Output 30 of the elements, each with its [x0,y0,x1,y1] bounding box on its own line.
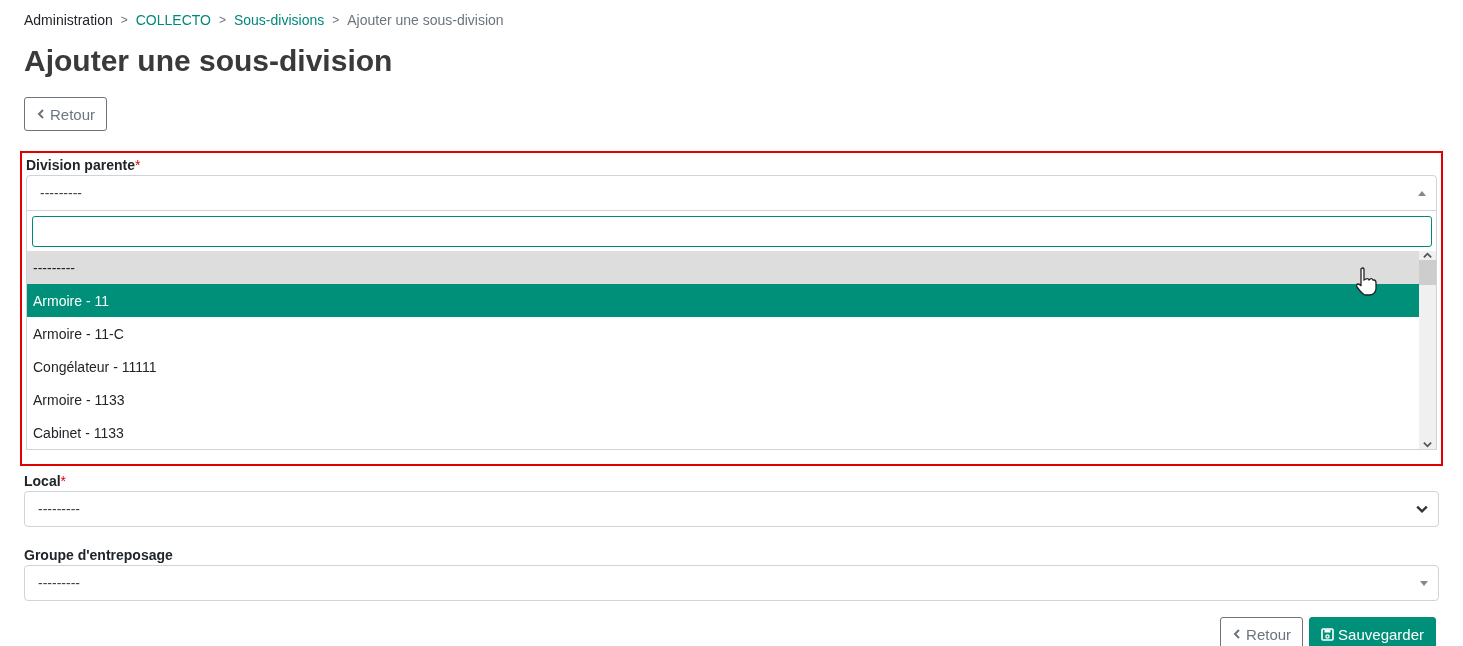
select-field[interactable]: --------- [24,491,1439,527]
chevron-left-icon [1232,629,1243,639]
back-button[interactable]: Retour [1220,617,1304,646]
field-label: Division parente* [26,156,142,175]
scroll-up-icon [1423,251,1432,260]
dropdown-option[interactable]: --------- [27,251,1419,284]
field-label: Local* [24,472,68,491]
dropdown-option[interactable]: Armoire - 11 [27,284,1419,317]
search-field[interactable] [32,216,1432,247]
scrollbar-thumb[interactable] [1419,260,1436,285]
breadcrumb-separator: > [332,13,340,27]
caret-up-icon [1418,190,1426,196]
breadcrumb-item: Ajouter une sous-division [347,12,504,28]
breadcrumb-separator: > [218,13,226,27]
save-button[interactable]: Sauvegarder [1309,617,1436,646]
select-field[interactable]: --------- [26,175,1437,211]
select-field[interactable]: --------- [24,565,1439,601]
caret-down-icon [1420,580,1428,586]
field-label: Groupe d'entreposage [24,546,174,565]
breadcrumb-link[interactable]: COLLECTO [135,12,211,28]
scrollbar[interactable] [1419,251,1436,449]
scroll-down-icon [1423,440,1432,449]
breadcrumb-item: Administration [24,12,113,28]
hand-cursor-icon [1354,267,1378,297]
back-button[interactable]: Retour [24,97,108,131]
page-title: Ajouter une sous-division [24,44,394,79]
chevron-down-icon [1416,503,1428,515]
breadcrumb-link[interactable]: Sous-divisions [233,12,325,28]
chevron-left-icon [36,109,46,119]
breadcrumb-separator: > [120,13,128,27]
